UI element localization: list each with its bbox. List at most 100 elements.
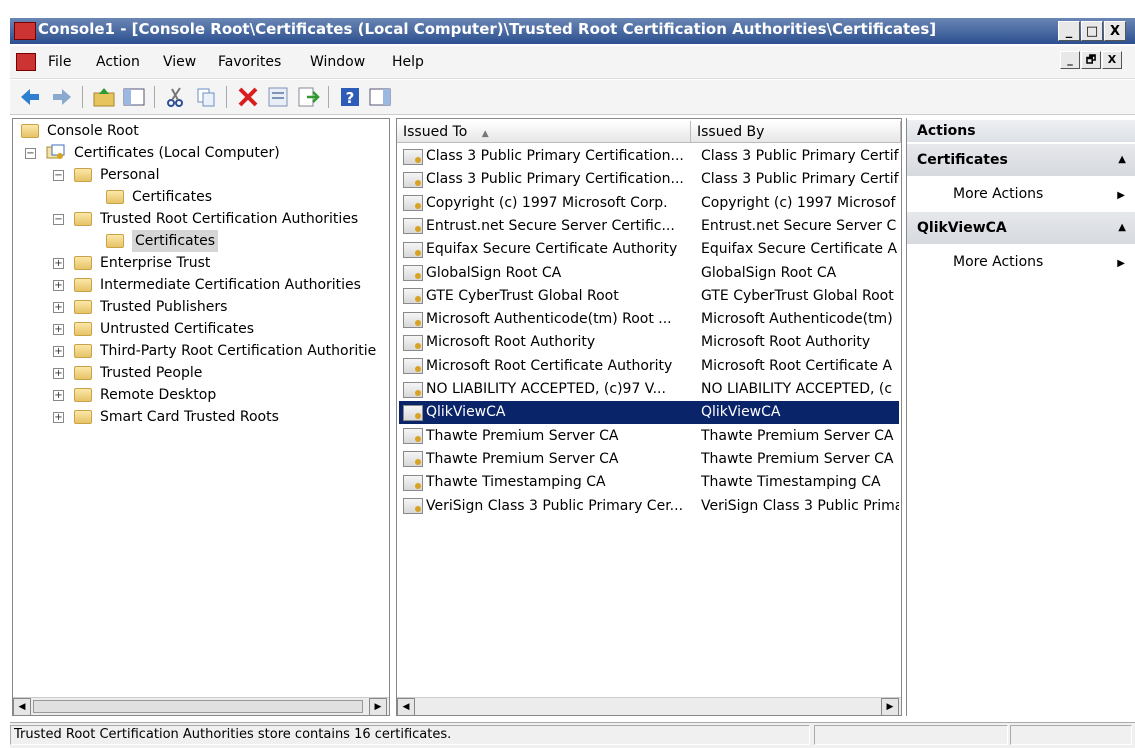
forward-arrow-icon[interactable] (50, 85, 74, 109)
tree-item-label: Untrusted Certificates (100, 321, 254, 337)
expand-toggle[interactable]: + (53, 301, 64, 313)
tree-item-third-party-root-ca[interactable]: + Third-Party Root Certification Authori… (53, 340, 387, 362)
certificate-row[interactable]: Microsoft Root Authority Microsoft Root A… (399, 331, 899, 354)
cell-issued-to: Thawte Timestamping CA (403, 471, 693, 494)
expand-toggle[interactable]: + (53, 367, 64, 379)
column-header-issued-by[interactable]: Issued By (691, 121, 901, 143)
properties-icon[interactable] (266, 85, 290, 109)
export-list-icon[interactable] (296, 85, 320, 109)
cell-issued-by: Thawte Premium Server CA (701, 427, 894, 444)
tree-item-trusted-root-ca[interactable]: − Trusted Root Certification Authorities (53, 208, 358, 230)
cell-issued-to: Class 3 Public Primary Certification... (403, 168, 693, 191)
expand-toggle[interactable]: + (53, 279, 64, 291)
child-close-button[interactable]: X (1102, 51, 1122, 69)
menu-window[interactable]: Window (310, 54, 365, 70)
collapse-up-icon[interactable]: ▲ (1118, 144, 1126, 176)
certificate-icon (403, 451, 423, 468)
child-restore-button[interactable]: 🗗 (1081, 51, 1101, 69)
tree-item-console-root[interactable]: Console Root (21, 120, 139, 142)
tree-item-trusted-people[interactable]: + Trusted People (53, 362, 202, 384)
certificate-row[interactable]: Equifax Secure Certificate Authority Equi… (399, 238, 899, 261)
tree-item-personal[interactable]: − Personal (53, 164, 160, 186)
up-folder-icon[interactable] (92, 85, 116, 109)
action-group-certificates[interactable]: Certificates ▲ (907, 144, 1135, 176)
tree-item-intermediate-ca[interactable]: + Intermediate Certification Authorities (53, 274, 361, 296)
scroll-left-arrow-icon[interactable]: ◀ (397, 698, 415, 716)
help-icon[interactable]: ? (338, 85, 362, 109)
certificate-row[interactable]: GlobalSign Root CA GlobalSign Root CA (399, 262, 899, 285)
certificate-icon (403, 265, 423, 281)
certificate-row[interactable]: Thawte Premium Server CA Thawte Premium S… (399, 425, 899, 448)
cell-issued-by: VeriSign Class 3 Public Prima (701, 497, 899, 514)
menu-view[interactable]: View (163, 54, 196, 70)
certificate-row[interactable]: NO LIABILITY ACCEPTED, (c)97 V... NO LIAB… (399, 378, 899, 401)
delete-icon[interactable] (236, 85, 260, 109)
expand-toggle[interactable]: + (53, 411, 64, 423)
menu-action[interactable]: Action (96, 54, 140, 70)
issued-to-text: Microsoft Root Certificate Authority (426, 357, 673, 374)
certificate-row[interactable]: Thawte Timestamping CA Thawte Timestampin… (399, 471, 899, 494)
show-hide-action-pane-icon[interactable] (368, 85, 392, 109)
expand-toggle[interactable]: + (53, 389, 64, 401)
tree-item-label: Third-Party Root Certification Authoriti… (100, 343, 377, 359)
tree-item-personal-certificates[interactable]: Certificates (106, 186, 212, 208)
certificate-row[interactable]: GTE CyberTrust Global Root GTE CyberTrust… (399, 285, 899, 308)
column-header-issued-to[interactable]: Issued To ▲ (397, 121, 691, 143)
mmc-app-icon[interactable] (14, 22, 36, 40)
action-group-qlikviewca[interactable]: QlikViewCA ▲ (907, 212, 1135, 244)
minimize-button[interactable]: _ (1058, 21, 1080, 41)
scroll-thumb[interactable] (33, 700, 363, 713)
menu-favorites[interactable]: Favorites (218, 54, 281, 70)
menu-file[interactable]: File (48, 54, 71, 70)
results-pane[interactable]: Issued To ▲ Issued By Class 3 Public Pri… (396, 118, 902, 716)
certificate-row[interactable]: VeriSign Class 3 Public Primary Cer... Ve… (399, 495, 899, 518)
tree-item-untrusted-certificates[interactable]: + Untrusted Certificates (53, 318, 254, 340)
tree-horizontal-scrollbar[interactable]: ◀ ▶ (13, 697, 389, 716)
menu-help[interactable]: Help (392, 54, 424, 70)
expand-toggle[interactable]: + (53, 345, 64, 357)
issued-to-text: Class 3 Public Primary Certification... (426, 148, 684, 164)
expand-toggle[interactable]: + (53, 323, 64, 335)
cell-issued-by: Thawte Premium Server CA (701, 450, 894, 467)
collapse-toggle[interactable]: − (53, 213, 64, 225)
collapse-toggle[interactable]: − (53, 169, 64, 181)
certificate-row[interactable]: Class 3 Public Primary Certification... C… (399, 168, 899, 191)
list-horizontal-scrollbar[interactable]: ◀ ▶ (397, 697, 901, 716)
back-arrow-icon[interactable] (18, 85, 42, 109)
certificate-row[interactable]: QlikViewCA QlikViewCA (399, 401, 899, 425)
tree-item-smart-card-trusted-roots[interactable]: + Smart Card Trusted Roots (53, 406, 279, 428)
certificate-row[interactable]: Copyright (c) 1997 Microsoft Corp. Copyri… (399, 192, 899, 215)
console-menu-icon[interactable] (16, 53, 36, 71)
cut-icon[interactable] (164, 85, 188, 109)
certificate-row[interactable]: Class 3 Public Primary Certification... C… (399, 145, 899, 168)
scroll-right-arrow-icon[interactable]: ▶ (369, 698, 387, 716)
tree-item-trusted-publishers[interactable]: + Trusted Publishers (53, 296, 227, 318)
copy-icon[interactable] (194, 85, 218, 109)
child-minimize-button[interactable]: _ (1060, 51, 1080, 69)
issued-to-text: Thawte Timestamping CA (426, 474, 606, 491)
folder-icon (74, 344, 92, 358)
close-button[interactable]: X (1104, 21, 1126, 41)
collapse-up-icon[interactable]: ▲ (1118, 212, 1126, 244)
cell-issued-to: Thawte Premium Server CA (403, 425, 693, 448)
cell-issued-to: Thawte Premium Server CA (403, 448, 693, 471)
tree-item-certificates-local-computer[interactable]: − Certificates (Local Computer) (25, 142, 280, 164)
more-actions-certificates[interactable]: More Actions (953, 186, 1043, 202)
scroll-right-arrow-icon[interactable]: ▶ (881, 698, 899, 716)
tree-item-remote-desktop[interactable]: + Remote Desktop (53, 384, 216, 406)
console-tree-pane[interactable]: Console Root − Certificates (Local Compu… (12, 118, 390, 716)
show-hide-tree-icon[interactable] (122, 85, 146, 109)
expand-toggle[interactable]: + (53, 257, 64, 269)
certificate-icon (403, 381, 423, 398)
certificate-row[interactable]: Thawte Premium Server CA Thawte Premium S… (399, 448, 899, 471)
scroll-left-arrow-icon[interactable]: ◀ (13, 698, 31, 716)
collapse-toggle[interactable]: − (25, 147, 36, 159)
more-actions-qlikviewca[interactable]: More Actions (953, 254, 1043, 270)
maximize-button[interactable]: □ (1081, 21, 1103, 41)
certificate-row[interactable]: Microsoft Authenticode(tm) Root ... Micro… (399, 308, 899, 331)
tree-item-trusted-root-certificates[interactable]: Certificates (106, 230, 219, 252)
certificate-row[interactable]: Microsoft Root Certificate Authority Micr… (399, 355, 899, 378)
tree-item-enterprise-trust[interactable]: + Enterprise Trust (53, 252, 210, 274)
issued-to-text: Microsoft Root Authority (426, 334, 596, 351)
certificate-row[interactable]: Entrust.net Secure Server Certific... Ent… (399, 215, 899, 238)
